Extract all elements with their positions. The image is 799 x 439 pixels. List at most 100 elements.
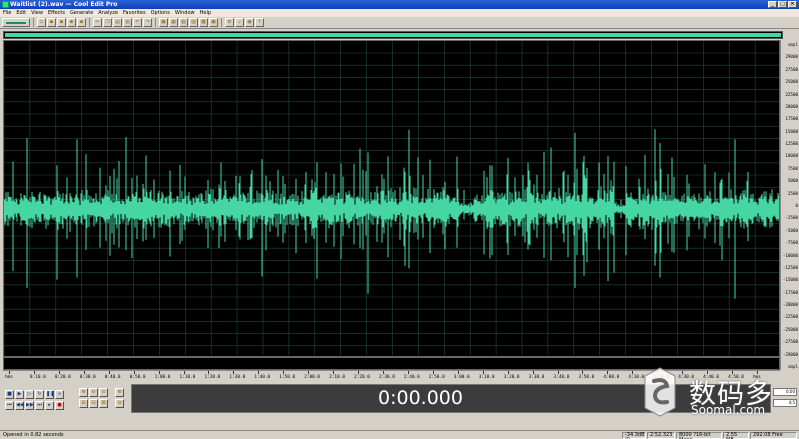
- time-tick-mark: [532, 371, 534, 374]
- loop-icon[interactable]: ↻: [35, 390, 44, 399]
- overview-bar[interactable]: [3, 31, 783, 39]
- menu-help[interactable]: Help: [200, 9, 211, 17]
- save-all-icon[interactable]: ▪: [67, 18, 76, 27]
- trim-icon[interactable]: ▣: [159, 18, 168, 27]
- menu-analyze[interactable]: Analyze: [98, 9, 118, 17]
- zoom-in-vertical-icon[interactable]: ⊕: [115, 388, 124, 397]
- waveform-svg: [4, 41, 779, 358]
- time-tick-label: 0:50.0: [129, 375, 146, 380]
- new-file-icon[interactable]: ▫: [37, 18, 46, 27]
- redo-icon[interactable]: ↷: [143, 18, 152, 27]
- soomal-watermark: 数码多 Soomal.com: [641, 366, 791, 422]
- time-tick-label: 1:30.0: [229, 375, 246, 380]
- time-tick-label: 1:50.0: [279, 375, 296, 380]
- zoom-out-vertical-icon[interactable]: ⊖: [115, 399, 124, 408]
- go-to-start-icon[interactable]: ⏮: [5, 401, 14, 410]
- overview-range: [5, 33, 781, 37]
- amplitude-tick-label: 29000: [785, 54, 798, 60]
- multitrack-toggle-button[interactable]: [2, 18, 30, 27]
- amplitude-tick-label: 22500: [785, 91, 798, 97]
- go-to-end-icon[interactable]: ⏭: [35, 401, 44, 410]
- amplitude-tick-label: -17500: [782, 289, 798, 295]
- amplitude-tick-label: 17500: [785, 116, 798, 122]
- paste-icon[interactable]: ▤: [113, 18, 122, 27]
- cut-icon[interactable]: ✂: [93, 18, 102, 27]
- status-free: 292.08 Free: [750, 432, 797, 439]
- loop-play-icon[interactable]: ∞: [55, 390, 64, 399]
- menu-view[interactable]: View: [31, 9, 43, 17]
- time-tick-label: 3:50.0: [578, 375, 595, 380]
- zoom-right-icon[interactable]: ⊠: [99, 399, 108, 408]
- time-tick-mark: [283, 371, 285, 374]
- undo-icon[interactable]: ↶: [133, 18, 142, 27]
- zoom-left-icon[interactable]: ⊟: [89, 399, 98, 408]
- stop-icon[interactable]: ■: [5, 390, 14, 399]
- save-icon[interactable]: ▪: [57, 18, 66, 27]
- time-tick-mark: [233, 371, 235, 374]
- time-tick-label: 3:30.0: [528, 375, 545, 380]
- play-to-end-icon[interactable]: ▷: [25, 390, 34, 399]
- close-icon[interactable]: ×: [788, 1, 797, 8]
- soomal-logo-icon: [644, 367, 676, 417]
- waveform-icon: [6, 22, 26, 24]
- amplitude-tick-label: -2500: [785, 215, 798, 221]
- status-position: 2:52.323: [647, 432, 675, 439]
- cd-icon[interactable]: ◉: [245, 18, 254, 27]
- watermark-en-text: Soomal.com: [691, 403, 766, 417]
- status-level: -34.3dB @: [622, 432, 646, 439]
- amplitude-tick-label: -25000: [782, 326, 798, 332]
- window-title: Waitlist (2).wav — Cool Edit Pro: [10, 1, 118, 8]
- status-bar: Opened in 0.82 seconds -34.3dB @ 2:52.32…: [0, 430, 799, 439]
- time-tick-mark: [33, 371, 35, 374]
- open-folder-icon[interactable]: ▪: [47, 18, 56, 27]
- app-icon: [2, 1, 9, 8]
- amplitude-tick-label: -20000: [782, 302, 798, 308]
- paste-mix-icon[interactable]: ▥: [123, 18, 132, 27]
- menu-edit[interactable]: Edit: [16, 9, 26, 17]
- zoom-in-horizontal-icon[interactable]: ⊕: [79, 388, 88, 397]
- pause-icon[interactable]: ❚❚: [45, 390, 54, 399]
- status-message: Opened in 0.82 seconds: [3, 432, 64, 438]
- metronome-icon[interactable]: ♩: [235, 18, 244, 27]
- cool-edit-window: Waitlist (2).wav — Cool Edit Pro _ □ × F…: [0, 0, 799, 439]
- help-icon[interactable]: ?: [255, 18, 264, 27]
- time-tick-mark: [557, 371, 559, 374]
- time-tick-mark: [83, 371, 85, 374]
- rewind-icon[interactable]: ◀◀: [15, 401, 24, 410]
- maximize-icon[interactable]: □: [778, 1, 787, 8]
- menu-favorites[interactable]: Favorites: [123, 9, 146, 17]
- zoom-selection-icon[interactable]: ⊞: [79, 399, 88, 408]
- menu-window[interactable]: Window: [175, 9, 195, 17]
- time-tick-mark: [607, 371, 609, 374]
- minimize-icon[interactable]: _: [768, 1, 777, 8]
- select-icon[interactable]: ▧: [179, 18, 188, 27]
- spectral-view-icon[interactable]: ▩: [199, 18, 208, 27]
- record-button-icon[interactable]: ●: [55, 401, 64, 410]
- time-tick-label: 2:20.0: [354, 375, 370, 380]
- menu-options[interactable]: Options: [151, 9, 170, 17]
- zoom-out-horizontal-icon[interactable]: ⊖: [89, 388, 98, 397]
- time-tick-label: 3:40.0: [553, 375, 570, 380]
- time-tick-label: 3:00.0: [453, 375, 470, 380]
- amplitude-tick-label: 12500: [785, 141, 798, 147]
- fast-forward-icon[interactable]: ▶▶: [25, 401, 34, 410]
- waveform-display[interactable]: [3, 40, 780, 370]
- time-tick-label: 0:40.0: [104, 375, 121, 380]
- amplitude-tick-label: -7500: [785, 240, 798, 246]
- record-icon[interactable]: ▪: [77, 18, 86, 27]
- mute-icon[interactable]: ▦: [169, 18, 178, 27]
- zoom-icon[interactable]: ▨: [189, 18, 198, 27]
- amplitude-tick-label: -12500: [782, 264, 798, 270]
- waveform-view-icon[interactable]: ▣: [209, 18, 218, 27]
- skip-icon[interactable]: ▸: [45, 401, 54, 410]
- play-icon[interactable]: ▶: [15, 390, 24, 399]
- time-tick-mark: [258, 371, 260, 374]
- amplitude-tick-label: smpl: [787, 42, 798, 47]
- menu-generate[interactable]: Generate: [70, 9, 93, 17]
- menu-file[interactable]: File: [3, 9, 11, 17]
- zoom-full-icon[interactable]: ⊙: [99, 388, 108, 397]
- copy-icon[interactable]: ❐: [103, 18, 112, 27]
- toolbar-separator: [33, 18, 34, 27]
- settings-icon[interactable]: ⚙: [225, 18, 234, 27]
- menu-effects[interactable]: Effects: [48, 9, 65, 17]
